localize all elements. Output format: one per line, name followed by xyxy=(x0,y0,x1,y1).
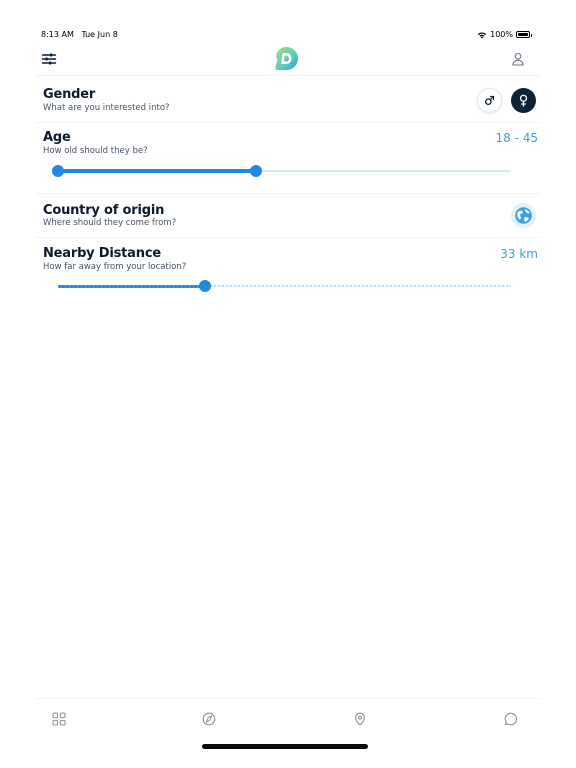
country-row[interactable]: Country of origin Where should they come… xyxy=(36,194,540,238)
status-bar: 8:13 AM Tue Jun 8 100% xyxy=(41,28,532,42)
compass-icon[interactable] xyxy=(202,712,216,726)
age-range-slider[interactable] xyxy=(52,164,511,178)
status-time-date: 8:13 AM Tue Jun 8 xyxy=(41,30,118,39)
male-symbol-icon xyxy=(485,95,495,105)
age-value: 18 - 45 xyxy=(495,131,539,145)
wifi-icon xyxy=(477,31,487,38)
country-subtitle: Where should they come from? xyxy=(43,218,177,228)
nav-bar xyxy=(36,44,540,76)
distance-value: 33 km xyxy=(500,247,538,261)
tab-bar xyxy=(36,698,540,740)
age-max-thumb[interactable] xyxy=(249,165,262,177)
gender-subtitle: What are you interested into? xyxy=(43,103,170,113)
distance-title: Nearby Distance xyxy=(43,246,161,261)
country-globe-button[interactable] xyxy=(511,203,536,228)
age-slider-fill xyxy=(58,169,256,173)
distance-thumb[interactable] xyxy=(199,280,212,292)
age-min-thumb[interactable] xyxy=(52,165,64,177)
age-row: Age How old should they be? 18 - 45 xyxy=(36,123,540,194)
distance-slider[interactable] xyxy=(58,279,511,293)
female-symbol-icon xyxy=(519,94,528,107)
location-pin-icon[interactable] xyxy=(353,712,367,726)
status-right: 100% xyxy=(477,30,532,39)
user-icon[interactable] xyxy=(510,51,526,67)
battery-icon xyxy=(516,31,532,38)
home-indicator[interactable] xyxy=(202,744,368,749)
gender-female-button[interactable] xyxy=(511,88,536,113)
distance-slider-fill xyxy=(58,284,206,288)
gender-title: Gender xyxy=(43,87,96,102)
battery-percentage: 100% xyxy=(490,30,513,39)
age-subtitle: How old should they be? xyxy=(43,146,148,156)
globe-icon xyxy=(515,207,532,224)
status-time: 8:13 AM xyxy=(41,30,74,39)
country-title: Country of origin xyxy=(43,203,165,218)
age-title: Age xyxy=(43,130,71,145)
distance-subtitle: How far away from your location? xyxy=(43,262,187,272)
sliders-icon[interactable] xyxy=(41,51,57,67)
chat-bubble-icon[interactable] xyxy=(504,712,518,726)
grid-icon[interactable] xyxy=(52,712,66,726)
d-logo-icon xyxy=(275,47,298,70)
gender-male-button[interactable] xyxy=(477,88,502,113)
status-date: Tue Jun 8 xyxy=(81,30,118,39)
gender-row: Gender What are you interested into? xyxy=(36,80,540,123)
